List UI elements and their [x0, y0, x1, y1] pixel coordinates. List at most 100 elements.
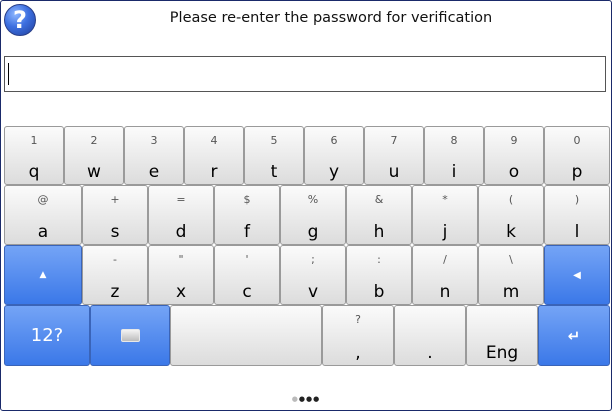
key-label: q	[28, 162, 40, 182]
page-dot: ●●●	[298, 395, 321, 403]
key-alt-label: /	[443, 253, 447, 266]
key-alt-label: 2	[90, 134, 98, 147]
key-r[interactable]: 4r	[184, 126, 244, 185]
key-label: z	[110, 282, 120, 302]
key-alt-label: *	[442, 193, 448, 206]
key-alt-label: -	[113, 253, 117, 266]
on-screen-keyboard: 1q 2w 3e 4r 5t 6y 7u 8i 9o 0p @ a + s = d $…	[4, 126, 610, 371]
key-label: j	[442, 222, 448, 242]
page-dot: ●	[291, 395, 299, 403]
key-n[interactable]: / n	[412, 245, 478, 305]
key-label: y	[328, 162, 340, 182]
key-alt-label: 6	[330, 134, 338, 147]
key-y[interactable]: 6y	[304, 126, 364, 185]
key-alt-label: 9	[510, 134, 518, 147]
key-label: d	[175, 222, 187, 242]
dialog-title: Please re-enter the password for verific…	[169, 10, 493, 26]
key-a[interactable]: @ a	[4, 185, 82, 245]
key-alt-label: :	[377, 253, 381, 266]
key-p[interactable]: 0p	[544, 126, 610, 185]
key-w[interactable]: 2w	[64, 126, 124, 185]
key-label: p	[571, 162, 583, 182]
enter-key[interactable]: ↵	[538, 305, 610, 366]
key-d[interactable]: = d	[148, 185, 214, 245]
key-t[interactable]: 5t	[244, 126, 304, 185]
key-v[interactable]: ; v	[280, 245, 346, 305]
key-c[interactable]: ' c	[214, 245, 280, 305]
enter-icon: ↵	[567, 326, 581, 345]
key-o[interactable]: 9o	[484, 126, 544, 185]
key-label: o	[508, 162, 520, 182]
key-q[interactable]: 1q	[4, 126, 64, 185]
key-alt-label: +	[110, 193, 120, 206]
key-alt-label: ?	[355, 313, 361, 326]
key-u[interactable]: 7u	[364, 126, 424, 185]
key-f[interactable]: $ f	[214, 185, 280, 245]
key-alt-label: 8	[450, 134, 458, 147]
help-icon[interactable]: ?	[4, 4, 36, 36]
key-i[interactable]: 8i	[424, 126, 484, 185]
key-label: b	[373, 282, 385, 302]
key-alt-label: 0	[573, 134, 581, 147]
key-e[interactable]: 3e	[124, 126, 184, 185]
shift-key[interactable]: ▲	[4, 245, 82, 305]
key-m[interactable]: \ m	[478, 245, 544, 305]
key-alt-label: 4	[210, 134, 218, 147]
space-key[interactable]	[170, 305, 322, 366]
numbers-label: 12?	[30, 325, 64, 346]
key-label: l	[574, 222, 580, 242]
key-label: ,	[355, 343, 361, 363]
key-alt-label: \	[509, 253, 513, 266]
key-label: .	[427, 343, 433, 363]
key-label: x	[175, 282, 187, 302]
key-label: c	[242, 282, 252, 302]
backspace-key[interactable]: ◀	[544, 245, 610, 305]
key-label: n	[439, 282, 451, 302]
key-alt-label: )	[574, 193, 580, 206]
key-period[interactable]: .	[394, 305, 466, 366]
text-cursor	[8, 63, 9, 85]
key-label: f	[244, 222, 250, 242]
key-alt-label: =	[176, 193, 186, 206]
key-alt-label: ;	[311, 253, 315, 266]
key-label: r	[210, 162, 218, 182]
key-label: h	[373, 222, 385, 242]
arrow-left-icon: ◀	[573, 269, 581, 281]
password-dialog: ? Please re-enter the password for verif…	[0, 0, 612, 411]
key-alt-label: &	[374, 193, 384, 206]
key-k[interactable]: (k	[478, 185, 544, 245]
key-h[interactable]: & h	[346, 185, 412, 245]
key-x[interactable]: " x	[148, 245, 214, 305]
key-comma[interactable]: ?,	[322, 305, 394, 366]
key-alt-label: 3	[150, 134, 158, 147]
key-label: m	[502, 282, 520, 302]
key-label: t	[270, 162, 278, 182]
hide-keyboard-key[interactable]	[90, 305, 170, 366]
key-label: s	[110, 222, 120, 242]
key-s[interactable]: + s	[82, 185, 148, 245]
key-alt-label: "	[178, 253, 184, 266]
key-alt-label: '	[245, 253, 249, 266]
key-label: e	[148, 162, 160, 182]
key-label: i	[451, 162, 457, 182]
key-alt-label: @	[37, 193, 49, 206]
key-j[interactable]: * j	[412, 185, 478, 245]
key-g[interactable]: % g	[280, 185, 346, 245]
page-indicator: ●●●●	[1, 395, 611, 403]
key-label: w	[87, 162, 101, 182]
language-label: Eng	[485, 343, 519, 363]
password-input[interactable]	[4, 56, 606, 92]
key-alt-label: $	[243, 193, 251, 206]
key-z[interactable]: -z	[82, 245, 148, 305]
keyboard-icon	[120, 329, 140, 342]
language-key[interactable]: Eng	[466, 305, 538, 366]
numbers-key[interactable]: 12?	[4, 305, 90, 366]
key-l[interactable]: ) l	[544, 185, 610, 245]
key-label: u	[388, 162, 400, 182]
key-label: a	[37, 222, 49, 242]
key-label: k	[506, 222, 516, 242]
key-b[interactable]: :b	[346, 245, 412, 305]
key-label: g	[307, 222, 319, 242]
key-alt-label: 5	[270, 134, 278, 147]
key-label: v	[307, 282, 319, 302]
